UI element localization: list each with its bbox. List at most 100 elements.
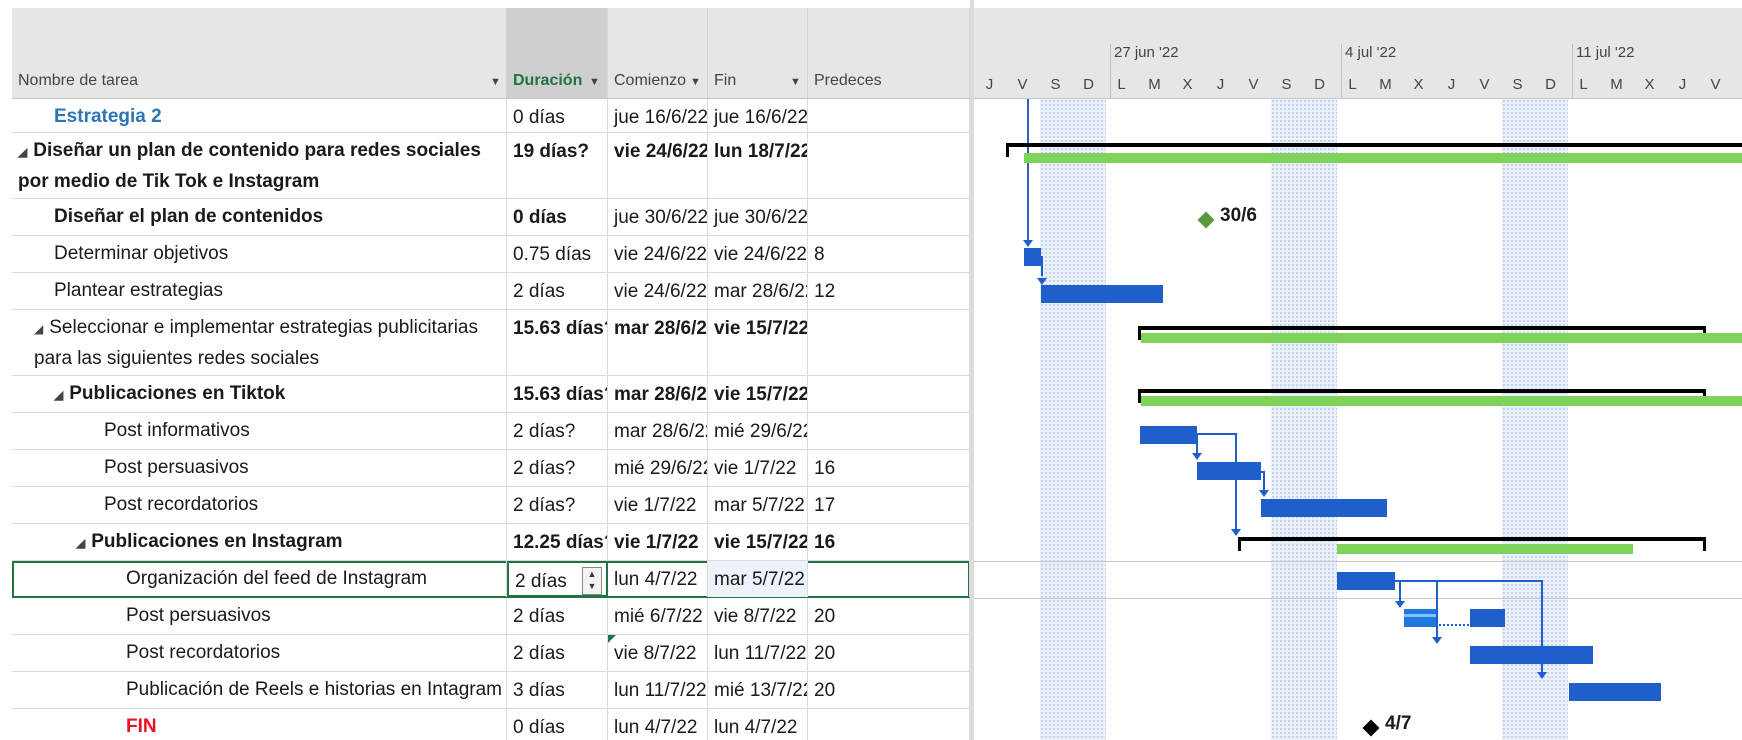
task-start[interactable]: lun 4/7/22 [608, 709, 708, 740]
table-row[interactable]: Estrategia 2 0 días jue 16/6/22 jue 16/6… [12, 99, 970, 133]
task-bar[interactable] [1140, 426, 1197, 444]
col-header-start[interactable]: Comienzo ▼ [608, 8, 708, 98]
task-pred[interactable]: 20 [808, 672, 970, 708]
task-pred[interactable] [808, 709, 970, 740]
task-duration[interactable]: 2 días [507, 635, 608, 671]
task-finish[interactable]: mié 13/7/22 [708, 672, 808, 708]
task-name-cell[interactable]: ◢ Seleccionar e implementar estrategias p… [12, 310, 507, 375]
task-duration[interactable]: 2 días? [507, 413, 608, 449]
task-pred[interactable] [808, 310, 970, 375]
task-bar[interactable] [1470, 609, 1505, 627]
task-bar[interactable] [1470, 646, 1593, 664]
task-start-cell[interactable]: vie 8/7/22 [608, 635, 708, 671]
task-duration[interactable]: 0.75 días [507, 236, 608, 272]
task-duration[interactable]: 3 días [507, 672, 608, 708]
task-name[interactable]: Post persuasivos [12, 598, 507, 634]
summary-bar[interactable] [1238, 537, 1706, 541]
collapse-triangle-icon[interactable]: ◢ [54, 380, 63, 410]
task-finish[interactable]: jue 16/6/22 [708, 99, 808, 132]
collapse-triangle-icon[interactable]: ◢ [34, 314, 43, 344]
task-pred[interactable]: 16 [808, 524, 970, 560]
table-row-selected[interactable]: Organización del feed de Instagram 2 día… [12, 561, 970, 598]
task-pred[interactable]: 8 [808, 236, 970, 272]
table-row[interactable]: Post persuasivos 2 días? mié 29/6/22 vie… [12, 450, 970, 487]
task-finish[interactable]: lun 4/7/22 [708, 709, 808, 740]
table-row[interactable]: Determinar objetivos 0.75 días vie 24/6/… [12, 236, 970, 273]
task-start[interactable]: vie 24/6/22 [608, 273, 708, 309]
table-row[interactable]: Post recordatorios 2 días? vie 1/7/22 ma… [12, 487, 970, 524]
task-start[interactable]: jue 30/6/22 [608, 199, 708, 235]
task-name[interactable]: Post informativos [12, 413, 507, 449]
task-finish[interactable]: vie 24/6/22 [708, 236, 808, 272]
task-duration[interactable]: 0 días [507, 199, 608, 235]
task-start[interactable]: vie 1/7/22 [608, 487, 708, 523]
task-duration[interactable]: 2 días? [507, 487, 608, 523]
task-bar[interactable] [1024, 248, 1041, 266]
task-bar[interactable] [1337, 572, 1395, 590]
table-row[interactable]: Post recordatorios 2 días vie 8/7/22 lun… [12, 635, 970, 672]
table-row[interactable]: Diseñar el plan de contenidos 0 días jue… [12, 199, 970, 236]
row-selector-strip[interactable] [0, 0, 12, 740]
task-duration[interactable]: 2 días [515, 571, 567, 592]
task-start[interactable]: mar 28/6/22 [608, 310, 708, 375]
task-name[interactable]: Estrategia 2 [12, 99, 507, 132]
task-finish[interactable]: mar 5/7/22 [708, 561, 808, 597]
task-name[interactable]: Determinar objetivos [12, 236, 507, 272]
task-finish[interactable]: vie 1/7/22 [708, 450, 808, 486]
task-name[interactable]: FIN [12, 709, 507, 740]
task-bar-split[interactable] [1404, 609, 1436, 627]
task-pred[interactable]: 17 [808, 487, 970, 523]
task-finish[interactable]: vie 15/7/22 [708, 310, 808, 375]
task-start[interactable]: mié 6/7/22 [608, 598, 708, 634]
task-name[interactable]: Publicación de Reels e historias en Inta… [12, 672, 507, 708]
duration-spinner[interactable]: ▲ ▼ [582, 567, 602, 595]
task-duration[interactable]: 0 días [507, 99, 608, 132]
task-name-cell[interactable]: ◢ Publicaciones en Instagram [12, 524, 507, 560]
task-start[interactable]: vie 24/6/22 [608, 133, 708, 198]
col-header-finish[interactable]: Fin ▼ [708, 8, 808, 98]
task-finish[interactable]: mié 29/6/22 [708, 413, 808, 449]
task-pred[interactable]: 20 [808, 598, 970, 634]
task-name-cell[interactable]: ◢ Publicaciones en Tiktok [12, 376, 507, 412]
task-duration[interactable]: 19 días? [507, 133, 608, 198]
collapse-triangle-icon[interactable]: ◢ [76, 528, 85, 558]
task-pred[interactable]: 20 [808, 635, 970, 671]
task-pred[interactable] [808, 133, 970, 198]
task-bar[interactable] [1569, 683, 1661, 701]
task-duration[interactable]: 2 días? [507, 450, 608, 486]
task-pred[interactable] [808, 561, 970, 597]
summary-bar[interactable] [1006, 143, 1742, 147]
table-row[interactable]: Post persuasivos 2 días mié 6/7/22 vie 8… [12, 598, 970, 635]
task-name[interactable]: Diseñar el plan de contenidos [12, 199, 507, 235]
task-name[interactable]: Post recordatorios [12, 635, 507, 671]
task-start[interactable]: lun 4/7/22 [608, 561, 708, 597]
col-header-duration[interactable]: Duración ▼ [507, 8, 608, 98]
task-start[interactable]: mié 29/6/22 [608, 450, 708, 486]
task-start[interactable]: vie 1/7/22 [608, 524, 708, 560]
table-row[interactable]: FIN 0 días lun 4/7/22 lun 4/7/22 [12, 709, 970, 740]
task-name[interactable]: Organización del feed de Instagram [12, 561, 507, 597]
task-finish[interactable]: jue 30/6/22 [708, 199, 808, 235]
task-duration[interactable]: 2 días [507, 598, 608, 634]
table-row[interactable]: Publicación de Reels e historias en Inta… [12, 672, 970, 709]
chevron-down-icon[interactable]: ▼ [690, 76, 701, 88]
task-pred[interactable] [808, 376, 970, 412]
chevron-down-icon[interactable]: ▼ [490, 76, 501, 88]
task-name[interactable]: Post recordatorios [12, 487, 507, 523]
task-duration[interactable]: 15.63 días? [507, 376, 608, 412]
task-name-cell[interactable]: ◢ Diseñar un plan de contenido para redes… [12, 133, 507, 198]
table-row[interactable]: ◢ Publicaciones en Instagram 12.25 días? … [12, 524, 970, 561]
chevron-down-icon[interactable]: ▼ [790, 76, 801, 88]
task-finish[interactable]: mar 28/6/22 [708, 273, 808, 309]
task-finish[interactable]: mar 5/7/22 [708, 487, 808, 523]
table-row[interactable]: ◢ Diseñar un plan de contenido para redes… [12, 133, 970, 199]
task-bar[interactable] [1261, 499, 1387, 517]
gantt-chart[interactable]: 27 jun '22 4 jul '22 11 jul '22 J V S D … [974, 0, 1742, 740]
task-pred[interactable] [808, 199, 970, 235]
table-row[interactable]: Post informativos 2 días? mar 28/6/22 mi… [12, 413, 970, 450]
task-duration-editor[interactable]: 2 días ▲ ▼ [507, 561, 608, 597]
task-start[interactable]: vie 24/6/22 [608, 236, 708, 272]
task-bar[interactable] [1197, 462, 1261, 480]
chevron-down-icon[interactable]: ▼ [589, 76, 600, 88]
task-duration[interactable]: 12.25 días? [507, 524, 608, 560]
